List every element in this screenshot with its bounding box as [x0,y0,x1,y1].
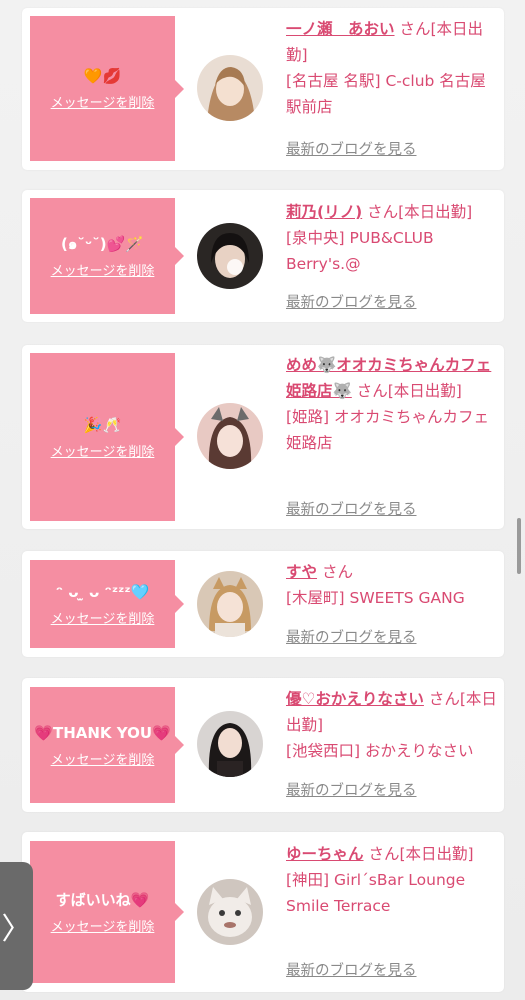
shop-location: [木屋町] SWEETS GANG [286,589,465,607]
message-bubble: (๑˘ᵕ˘)💕🪄 メッセージを削除 [30,198,184,314]
delete-message-link[interactable]: メッセージを削除 [51,441,155,460]
cast-status: さん[本日出勤] [363,845,474,863]
message-card: ᵔ ᴗ ̫ ᴗ ᵔᶻᶻᶻ🩵 メッセージを削除 すや さん [木屋町] SWEET… [22,551,504,657]
cast-name-link[interactable]: 優♡おかえりなさい [286,690,424,708]
cast-name-link[interactable]: 一ノ瀬 あおい [286,20,395,38]
avatar[interactable] [197,403,263,469]
message-list-page: 🧡💋 メッセージを削除 一ノ瀬 あおい さん[本日出勤] [名古屋 名駅] C-… [0,0,525,1000]
shop-location: [姫路] オオカミちゃんカフェ姫路店 [286,408,490,452]
message-bubble: すばいいね💗 メッセージを削除 [30,841,184,983]
avatar[interactable] [197,571,263,637]
message-text: すばいいね💗 [55,890,150,909]
message-card: (๑˘ᵕ˘)💕🪄 メッセージを削除 莉乃(リノ) さん[本日出勤] [泉中央] … [22,190,504,322]
avatar[interactable] [197,711,263,777]
message-card: 💗THANK YOU💗 メッセージを削除 優♡おかえりなさい さん[本日出勤] … [22,678,504,812]
scrollbar[interactable] [517,518,521,574]
cast-name-link[interactable]: ゆーちゃん [286,845,364,863]
message-bubble: 💗THANK YOU💗 メッセージを削除 [30,687,184,803]
avatar[interactable] [197,223,263,289]
latest-blog-link[interactable]: 最新のブログを見る [286,626,417,647]
delete-message-link[interactable]: メッセージを削除 [51,749,155,768]
message-text: 🧡💋 [83,67,122,85]
cast-status: さん[本日出勤] [351,382,462,400]
cast-name-link[interactable]: すや [286,563,317,581]
message-card: 🎉🥂 メッセージを削除 めめ🐺オオカミちゃんカフェ姫路店🐺 さん[本日出勤] [… [22,345,504,529]
message-text: 💗THANK YOU💗 [34,723,171,742]
cast-info: 莉乃(リノ) さん[本日出勤] [泉中央] PUB&CLUB Berry's.@ [286,199,498,277]
avatar[interactable] [197,55,263,121]
latest-blog-link[interactable]: 最新のブログを見る [286,959,417,980]
shop-location: [池袋西口] おかえりなさい [286,742,474,760]
latest-blog-link[interactable]: 最新のブログを見る [286,498,417,519]
shop-location: [泉中央] PUB&CLUB Berry's.@ [286,229,434,273]
message-text: 🎉🥂 [83,415,122,434]
cast-info: ゆーちゃん さん[本日出勤] [神田] Girl´sBar Lounge Smi… [286,841,498,919]
cast-name-link[interactable]: 莉乃(リノ) [286,203,362,221]
shop-location: [神田] Girl´sBar Lounge Smile Terrace [286,871,466,915]
cast-info: 優♡おかえりなさい さん[本日出勤] [池袋西口] おかえりなさい [286,686,498,764]
message-text: (๑˘ᵕ˘)💕🪄 [61,234,144,253]
cast-info: 一ノ瀬 あおい さん[本日出勤] [名古屋 名駅] C-club 名古屋駅前店 [286,16,498,120]
shop-location: [名古屋 名駅] C-club 名古屋駅前店 [286,72,486,116]
delete-message-link[interactable]: メッセージを削除 [51,916,155,935]
cast-status: さん[本日出勤] [362,203,473,221]
message-bubble: ᵔ ᴗ ̫ ᴗ ᵔᶻᶻᶻ🩵 メッセージを削除 [30,560,184,648]
delete-message-link[interactable]: メッセージを削除 [51,608,155,627]
message-bubble: 🧡💋 メッセージを削除 [30,16,184,161]
latest-blog-link[interactable]: 最新のブログを見る [286,138,417,159]
message-text: ᵔ ᴗ ̫ ᴗ ᵔᶻᶻᶻ🩵 [55,582,150,601]
chevron-right-icon: 〉 [1,912,32,947]
message-card: 🧡💋 メッセージを削除 一ノ瀬 あおい さん[本日出勤] [名古屋 名駅] C-… [22,8,504,170]
avatar[interactable] [197,879,263,945]
side-panel-toggle[interactable]: 〉 [0,862,33,990]
message-bubble: 🎉🥂 メッセージを削除 [30,353,184,521]
delete-message-link[interactable]: メッセージを削除 [51,260,155,279]
cast-status: さん [317,563,353,581]
latest-blog-link[interactable]: 最新のブログを見る [286,779,417,800]
message-card: すばいいね💗 メッセージを削除 ゆーちゃん さん[本日出勤] [神田] Girl… [22,832,504,992]
latest-blog-link[interactable]: 最新のブログを見る [286,291,417,312]
delete-message-link[interactable]: メッセージを削除 [51,92,155,111]
cast-info: めめ🐺オオカミちゃんカフェ姫路店🐺 さん[本日出勤] [姫路] オオカミちゃんカ… [286,352,498,456]
cast-info: すや さん [木屋町] SWEETS GANG [286,559,498,611]
